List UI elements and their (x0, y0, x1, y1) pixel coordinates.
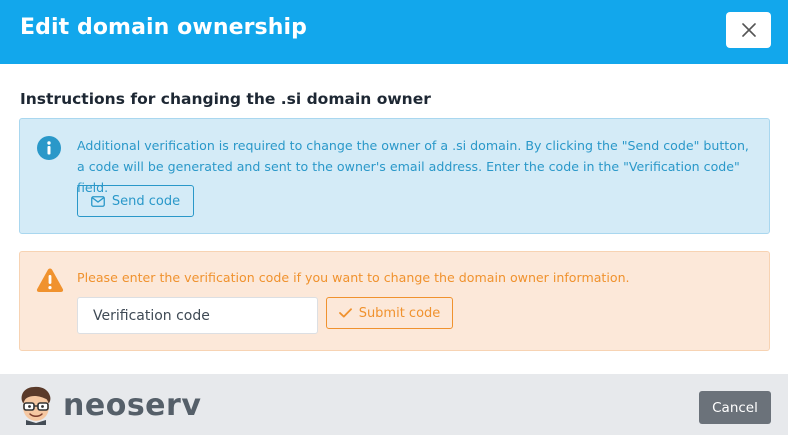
check-icon (338, 308, 352, 318)
modal-header: Edit domain ownership (0, 0, 788, 64)
send-code-button[interactable]: Send code (77, 185, 194, 217)
submit-code-button[interactable]: Submit code (326, 297, 453, 329)
section-title: Instructions for changing the .si domain… (20, 90, 431, 108)
info-alert: Additional verification is required to c… (19, 118, 770, 234)
logo-text: neoserv (63, 387, 202, 423)
warning-alert: Please enter the verification code if yo… (19, 251, 770, 351)
edit-domain-ownership-modal: Edit domain ownership Instructions for c… (0, 0, 788, 435)
neoserv-logo: neoserv (17, 385, 201, 425)
close-button[interactable] (726, 12, 771, 48)
close-icon (741, 23, 756, 37)
send-code-label: Send code (111, 193, 181, 209)
mascot-logo-icon (21, 386, 51, 425)
warning-text: Please enter the verification code if yo… (77, 270, 630, 285)
modal-footer: neoserv Cancel (0, 374, 788, 435)
submit-code-label: Submit code (358, 305, 441, 321)
modal-title: Edit domain ownership (20, 15, 308, 40)
info-circle-icon (37, 136, 61, 160)
verification-code-input[interactable] (77, 297, 318, 334)
envelope-icon (90, 195, 105, 207)
cancel-button[interactable]: Cancel (699, 391, 771, 424)
warning-triangle-icon (36, 268, 64, 292)
